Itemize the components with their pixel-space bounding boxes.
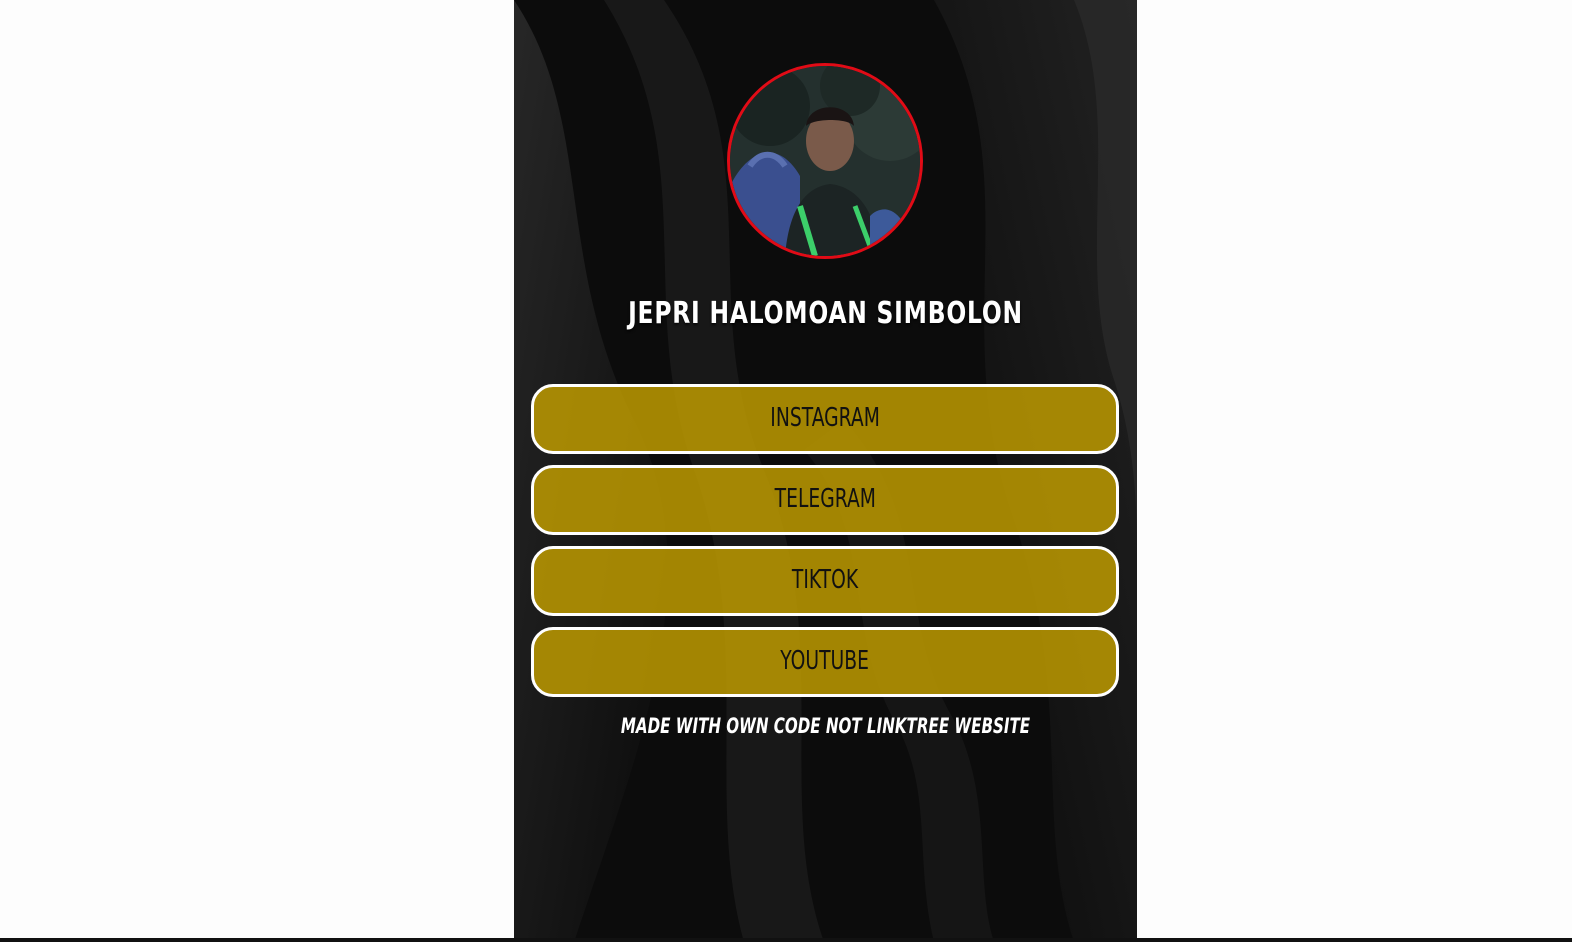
youtube-link-button[interactable]: YOUTUBE — [531, 627, 1119, 697]
page: JEPRI HALOMOAN SIMBOLON INSTAGRAM TELEGR… — [0, 0, 1572, 942]
profile-name: JEPRI HALOMOAN SIMBOLON — [628, 296, 1023, 331]
link-label: TIKTOK — [791, 565, 859, 595]
telegram-link-button[interactable]: TELEGRAM — [531, 465, 1119, 535]
link-label: TELEGRAM — [774, 484, 876, 514]
link-label: INSTAGRAM — [770, 403, 880, 433]
bottom-divider — [0, 938, 1572, 942]
instagram-link-button[interactable]: INSTAGRAM — [531, 384, 1119, 454]
link-list: INSTAGRAM TELEGRAM TIKTOK YOUTUBE — [531, 384, 1119, 708]
profile-avatar — [727, 63, 923, 259]
profile-panel: JEPRI HALOMOAN SIMBOLON INSTAGRAM TELEGR… — [514, 0, 1137, 942]
profile-photo — [730, 66, 920, 256]
footer-note: MADE WITH OWN CODE NOT LINKTREE WEBSITE — [620, 714, 1031, 738]
tiktok-link-button[interactable]: TIKTOK — [531, 546, 1119, 616]
link-label: YOUTUBE — [780, 646, 870, 676]
